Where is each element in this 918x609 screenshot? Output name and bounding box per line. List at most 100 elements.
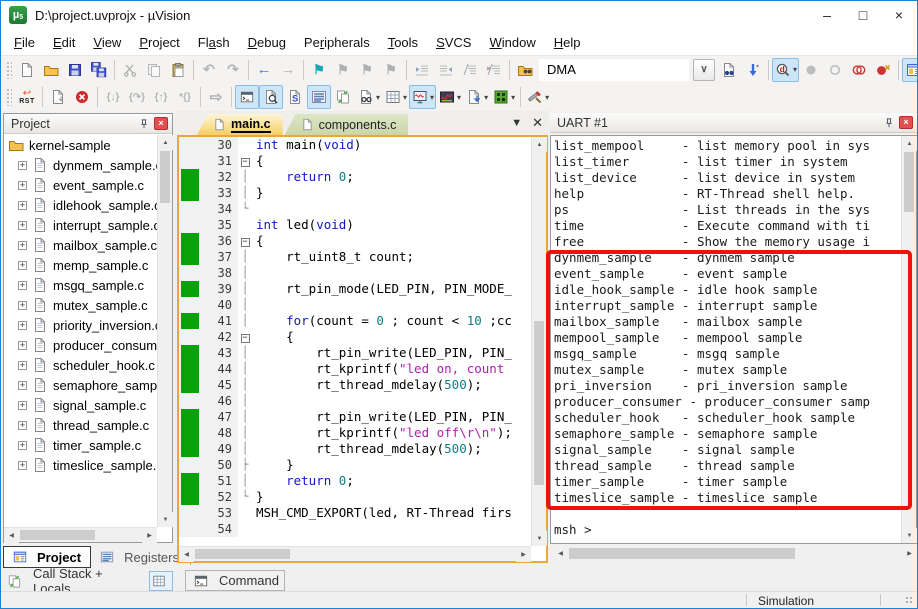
minimize-button[interactable]: – — [809, 1, 845, 29]
copy-button[interactable] — [142, 58, 166, 82]
stop-button[interactable] — [70, 85, 94, 109]
scroll-down-icon[interactable]: ▼ — [158, 512, 173, 527]
tab-project[interactable]: Project — [3, 546, 92, 568]
expand-icon[interactable]: + — [18, 340, 27, 350]
comment-button[interactable] — [458, 58, 482, 82]
serial-window-button[interactable]: ▾ — [409, 85, 437, 109]
command-window-button[interactable] — [235, 85, 259, 109]
expand-icon[interactable]: + — [18, 360, 27, 370]
expand-icon[interactable]: + — [18, 280, 27, 290]
tree-item-priority-inversion-c[interactable]: + priority_inversion.c — [4, 315, 157, 335]
close-button[interactable]: × — [881, 1, 917, 29]
redo-button[interactable]: ↷ — [221, 58, 245, 82]
system-viewer-button[interactable]: ▾ — [490, 85, 517, 109]
scroll-left-icon[interactable]: ◀ — [553, 546, 568, 561]
expand-icon[interactable]: + — [18, 300, 27, 310]
uart-console[interactable]: list_mempool - list memory pool in sys li… — [554, 138, 900, 543]
bookmark-next-button[interactable]: ⚑ — [355, 58, 379, 82]
menu-svcs[interactable]: SVCS — [427, 32, 480, 53]
tree-item-thread-sample-c[interactable]: + thread_sample.c — [4, 415, 157, 435]
tree-item-dynmem-sample-c[interactable]: + dynmem_sample.c — [4, 155, 157, 175]
breakpoint-enable-button[interactable] — [823, 58, 847, 82]
save-button[interactable] — [63, 58, 87, 82]
scroll-right-icon[interactable]: ▶ — [902, 546, 917, 561]
tree-item-producer-consumer[interactable]: +producer_consumer — [4, 335, 157, 355]
search-dropdown-button[interactable]: ∨ — [693, 58, 715, 81]
expand-icon[interactable]: + — [18, 200, 27, 210]
toolbar-grip[interactable] — [6, 60, 12, 79]
dropdown-arrow-icon[interactable]: ▾ — [484, 93, 488, 102]
expand-icon[interactable]: + — [18, 260, 27, 270]
pin-icon[interactable] — [137, 117, 151, 131]
tree-item-idlehook-sample-c[interactable]: + idlehook_sample.c — [4, 195, 157, 215]
bookmark-toggle-button[interactable]: ⚑ — [307, 58, 331, 82]
find-in-files-button[interactable] — [513, 58, 537, 82]
expand-icon[interactable]: + — [18, 400, 27, 410]
breakpoint-disable-all-button[interactable] — [847, 58, 871, 82]
expand-icon[interactable]: + — [18, 440, 27, 450]
step-into-button[interactable]: {↓} — [101, 85, 125, 109]
fold-margin[interactable]: − — [238, 233, 252, 249]
fold-margin[interactable]: − — [238, 329, 252, 345]
project-vscrollbar[interactable]: ▲ ▼ — [157, 135, 173, 527]
trace-window-button[interactable]: ▾ — [463, 85, 490, 109]
run-button[interactable]: ⇨ — [204, 85, 228, 109]
tab-registers[interactable]: Registers — [91, 546, 188, 568]
scroll-right-icon[interactable]: ▶ — [516, 547, 531, 562]
expand-icon[interactable]: + — [18, 220, 27, 230]
toolbar-grip[interactable] — [6, 88, 12, 106]
unindent-button[interactable] — [434, 58, 458, 82]
tree-item-semaphore-sample-[interactable]: +semaphore_sample. — [4, 375, 157, 395]
project-hscrollbar[interactable]: ◀ ▶ — [4, 527, 157, 543]
tree-item-mailbox-sample-c[interactable]: + mailbox_sample.c — [4, 235, 157, 255]
paste-button[interactable] — [166, 58, 190, 82]
watch-window-button[interactable]: ▾ — [355, 85, 382, 109]
step-out-button[interactable]: {↑} — [149, 85, 173, 109]
configuration-window-button[interactable] — [902, 57, 917, 82]
fold-margin[interactable]: − — [238, 153, 252, 169]
highlight-word-button[interactable]: d ▾ — [772, 57, 800, 82]
tab-components-c[interactable]: components.c — [284, 114, 409, 135]
project-panel-close-icon[interactable]: × — [154, 117, 168, 130]
expand-icon[interactable]: + — [18, 240, 27, 250]
indent-button[interactable] — [410, 58, 434, 82]
dropdown-arrow-icon[interactable]: ▾ — [430, 93, 434, 102]
uart-panel-close-icon[interactable]: × — [899, 116, 913, 129]
incremental-find-button[interactable] — [741, 58, 765, 82]
reset-button[interactable]: ↩ RST — [15, 85, 39, 109]
show-next-statement-button[interactable] — [46, 85, 70, 109]
menu-file[interactable]: File — [5, 32, 44, 53]
tree-item-memp-sample-c[interactable]: + memp_sample.c — [4, 255, 157, 275]
editor-hscrollbar[interactable]: ◀ ▶ — [179, 546, 531, 562]
scroll-thumb[interactable] — [904, 152, 914, 212]
menu-debug[interactable]: Debug — [239, 32, 295, 53]
bookmark-clear-button[interactable]: ⚑ — [379, 58, 403, 82]
maximize-button[interactable]: □ — [845, 1, 881, 29]
analysis-window-button[interactable]: ▾ — [436, 85, 463, 109]
dropdown-arrow-icon[interactable]: ▾ — [376, 93, 380, 102]
disassembly-window-button[interactable] — [259, 85, 283, 109]
tree-item-signal-sample-c[interactable]: + signal_sample.c — [4, 395, 157, 415]
bookmark-prev-button[interactable]: ⚑ — [331, 58, 355, 82]
menu-flash[interactable]: Flash — [189, 32, 239, 53]
scroll-thumb[interactable] — [20, 530, 95, 540]
dropdown-arrow-icon[interactable]: ▾ — [457, 93, 461, 102]
dropdown-arrow-icon[interactable]: ▾ — [793, 65, 797, 74]
scroll-thumb[interactable] — [195, 549, 290, 559]
scroll-left-icon[interactable]: ◀ — [179, 547, 194, 562]
menu-window[interactable]: Window — [480, 32, 544, 53]
expand-icon[interactable]: + — [18, 420, 27, 430]
registers-window-button[interactable] — [307, 85, 331, 109]
scroll-thumb[interactable] — [534, 321, 544, 485]
breakpoint-kill-all-button[interactable] — [871, 58, 895, 82]
run-to-cursor-button[interactable]: *{} — [173, 85, 197, 109]
command-tab[interactable]: Command — [185, 570, 285, 591]
expand-icon[interactable]: + — [18, 460, 27, 470]
expand-icon[interactable]: + — [18, 180, 27, 190]
undo-button[interactable]: ↶ — [197, 58, 221, 82]
dropdown-arrow-icon[interactable]: ▾ — [403, 93, 407, 102]
dropdown-arrow-icon[interactable]: ▾ — [511, 93, 515, 102]
cut-button[interactable] — [118, 58, 142, 82]
scroll-down-icon[interactable]: ▼ — [532, 531, 547, 546]
scroll-thumb[interactable] — [569, 548, 795, 559]
